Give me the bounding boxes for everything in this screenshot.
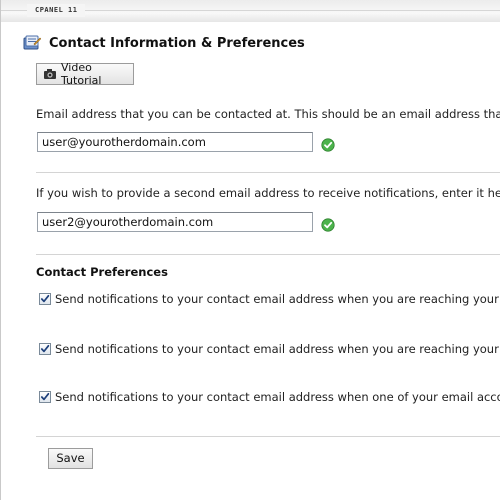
section-divider <box>36 436 500 437</box>
page-header: Contact Information & Preferences <box>23 34 305 52</box>
check-circle-icon <box>321 137 335 152</box>
check-circle-icon <box>321 217 335 232</box>
contact-preferences-heading: Contact Preferences <box>36 265 168 279</box>
primary-email-input[interactable] <box>37 132 313 152</box>
preference-checkbox[interactable] <box>39 391 51 403</box>
section-divider <box>36 172 500 173</box>
preference-label: Send notifications to your contact email… <box>55 342 499 356</box>
preference-item: Send notifications to your contact email… <box>39 390 500 404</box>
secondary-email-input[interactable] <box>37 212 313 232</box>
contact-card-icon <box>23 35 42 51</box>
top-bar: CPANEL 11 <box>1 0 500 22</box>
video-tutorial-button[interactable]: Video Tutorial <box>36 61 134 87</box>
contact-preferences-page: CPANEL 11 Contact Information & Preferen… <box>0 0 500 500</box>
preference-checkbox[interactable] <box>39 293 51 305</box>
page-title: Contact Information & Preferences <box>49 35 305 51</box>
primary-email-description: Email address that you can be contacted … <box>36 107 500 121</box>
brand-logo: CPANEL 11 <box>27 4 86 17</box>
section-divider <box>36 254 500 255</box>
preference-checkbox[interactable] <box>39 343 51 355</box>
preference-label: Send notifications to your contact email… <box>55 390 500 404</box>
preference-item: Send notifications to your contact email… <box>39 342 499 356</box>
preference-item: Send notifications to your contact email… <box>39 292 500 306</box>
video-tutorial-label: Video Tutorial <box>61 61 102 87</box>
save-button[interactable]: Save <box>48 448 93 469</box>
preference-label: Send notifications to your contact email… <box>55 292 500 306</box>
secondary-email-description: If you wish to provide a second email ad… <box>36 186 500 200</box>
video-camera-icon <box>43 68 57 80</box>
